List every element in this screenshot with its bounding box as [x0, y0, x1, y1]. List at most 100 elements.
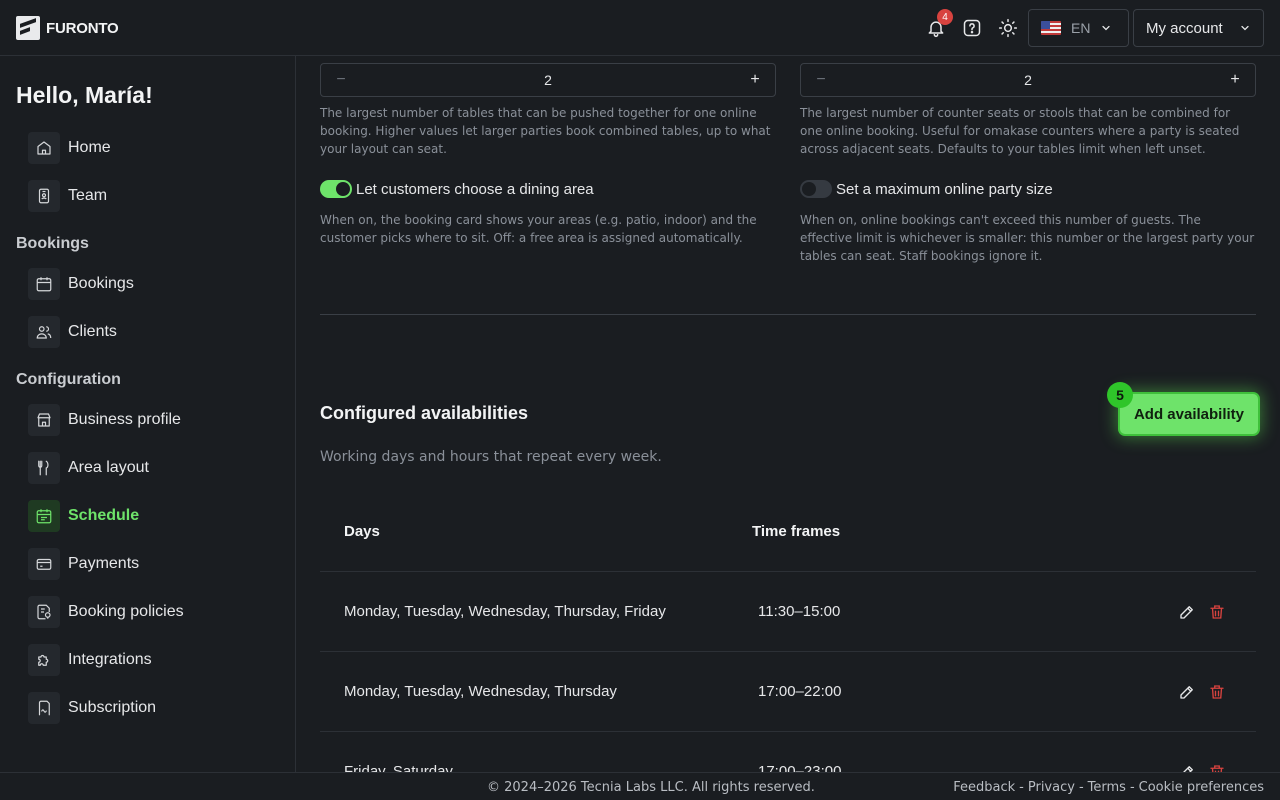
- section-divider: [320, 314, 1256, 315]
- edit-button[interactable]: [1177, 602, 1197, 622]
- delete-button[interactable]: [1207, 682, 1227, 702]
- chevron-down-icon: [1241, 25, 1249, 31]
- greeting: Hello, María!: [16, 82, 153, 108]
- language-code: EN: [1071, 20, 1091, 36]
- edit-button[interactable]: [1177, 682, 1197, 702]
- footer-separator: -: [1019, 780, 1024, 795]
- us-flag-icon: [1041, 21, 1061, 35]
- tables-limit-help: The largest number of tables that can be…: [320, 106, 771, 156]
- footer: © 2024–2026 Tecnia Labs LLC. All rights …: [0, 772, 1280, 800]
- trash-icon: [1210, 605, 1224, 619]
- table-divider: [320, 651, 1256, 652]
- choose-area-toggle[interactable]: [320, 180, 352, 198]
- sidebar: Hello, María! Home Team Bookings Booking…: [0, 56, 296, 772]
- trash-icon: [1210, 685, 1224, 699]
- footer-link-privacy[interactable]: Privacy: [1028, 780, 1075, 795]
- sidebar-item-payments[interactable]: Payments: [28, 548, 139, 580]
- notifications-button[interactable]: 4: [922, 9, 953, 42]
- sidebar-item-schedule[interactable]: Schedule: [28, 500, 139, 532]
- contract-icon: [28, 692, 60, 724]
- pencil-icon: [1180, 686, 1193, 699]
- home-icon: [28, 132, 60, 164]
- sidebar-item-label: Booking policies: [68, 603, 184, 620]
- delete-button[interactable]: [1207, 762, 1227, 772]
- row-time: 17:00–22:00: [758, 683, 842, 700]
- footer-separator: -: [1078, 780, 1084, 795]
- logo-mark-icon: [16, 16, 40, 40]
- row-time: 17:00–23:00: [758, 763, 842, 772]
- tables-limit-value: 2: [544, 72, 552, 88]
- policy-icon: [28, 596, 60, 628]
- tables-limit-stepper[interactable]: − 2 +: [320, 63, 776, 97]
- calendar-icon: [28, 268, 60, 300]
- sidebar-item-bookings[interactable]: Bookings: [28, 268, 134, 300]
- add-availability-button[interactable]: Add availability: [1120, 394, 1258, 434]
- max-party-help: When on, online bookings can't exceed th…: [800, 213, 1255, 263]
- counter-limit-stepper[interactable]: − 2 +: [800, 63, 1256, 97]
- availabilities-subtitle: Working days and hours that repeat every…: [320, 449, 662, 465]
- account-menu-button[interactable]: My account: [1133, 9, 1264, 47]
- choose-area-label: Let customers choose a dining area: [356, 180, 594, 198]
- max-party-toggle[interactable]: [800, 180, 832, 198]
- copyright-text: © 2024–2026 Tecnia Labs LLC. All rights …: [487, 780, 815, 795]
- footer-link-cookie-preferences[interactable]: Cookie preferences: [1139, 780, 1264, 795]
- calendar-list-icon: [28, 500, 60, 532]
- footer-link-terms[interactable]: Terms: [1088, 780, 1126, 795]
- trash-icon: [1210, 765, 1224, 772]
- badge-icon: [28, 180, 60, 212]
- sidebar-item-booking-policies[interactable]: Booking policies: [28, 596, 184, 628]
- table-divider: [320, 731, 1256, 732]
- sidebar-item-team[interactable]: Team: [28, 180, 107, 212]
- chevron-down-icon: [1102, 25, 1111, 31]
- language-selector[interactable]: EN: [1028, 9, 1129, 47]
- delete-button[interactable]: [1207, 602, 1227, 622]
- choose-area-setting: Let customers choose a dining area: [320, 180, 594, 198]
- column-header-days: Days: [344, 523, 380, 540]
- theme-toggle-button[interactable]: [994, 14, 1022, 42]
- availabilities-title: Configured availabilities: [320, 403, 529, 423]
- brand-logo[interactable]: FURONTO: [16, 16, 119, 40]
- sidebar-item-label: Area layout: [68, 459, 149, 476]
- card-icon: [28, 548, 60, 580]
- footer-link-feedback[interactable]: Feedback: [953, 780, 1015, 795]
- sidebar-item-label: Subscription: [68, 699, 157, 716]
- footer-links: Feedback - Privacy - Terms - Cookie pref…: [953, 780, 1264, 795]
- notification-count-badge: 4: [937, 9, 953, 25]
- sidebar-item-integrations[interactable]: Integrations: [28, 644, 152, 676]
- edit-button[interactable]: [1177, 762, 1197, 772]
- row-days: Friday, Saturday: [344, 763, 453, 772]
- sidebar-item-label: Business profile: [68, 411, 181, 428]
- max-party-setting: Set a maximum online party size: [800, 180, 1053, 198]
- sidebar-item-subscription[interactable]: Subscription: [28, 692, 156, 724]
- counter-limit-help: The largest number of counter seats or s…: [800, 106, 1240, 156]
- row-time: 11:30–15:00: [758, 603, 841, 620]
- main-content: − 2 + − 2 + The largest number of tables…: [296, 56, 1280, 772]
- puzzle-icon: [28, 644, 60, 676]
- sidebar-item-area-layout[interactable]: Area layout: [28, 452, 149, 484]
- increment-button[interactable]: +: [745, 70, 765, 90]
- choose-area-help: When on, the booking card shows your are…: [320, 213, 757, 245]
- sidebar-item-label: Clients: [68, 323, 117, 340]
- section-label-configuration: Configuration: [16, 371, 121, 388]
- increment-button[interactable]: +: [1225, 70, 1245, 90]
- sun-icon: [998, 18, 1018, 38]
- sidebar-item-business-profile[interactable]: Business profile: [28, 404, 181, 436]
- brand-name: FURONTO: [46, 19, 119, 37]
- pencil-icon: [1183, 766, 1193, 772]
- account-label: My account: [1146, 19, 1223, 37]
- top-bar: FURONTO 4 EN My account: [0, 0, 1280, 56]
- sidebar-item-label: Bookings: [68, 275, 134, 292]
- help-button[interactable]: [958, 14, 986, 42]
- sidebar-item-clients[interactable]: Clients: [28, 316, 117, 348]
- row-days: Monday, Tuesday, Wednesday, Thursday, Fr…: [344, 603, 666, 620]
- column-header-time-frames: Time frames: [752, 523, 841, 540]
- sidebar-item-label: Payments: [68, 555, 140, 572]
- sidebar-item-label: Integrations: [68, 651, 152, 668]
- step-badge: 5: [1107, 382, 1133, 408]
- utensils-icon: [28, 452, 60, 484]
- max-party-label: Set a maximum online party size: [836, 180, 1053, 198]
- users-icon: [28, 316, 60, 348]
- store-icon: [28, 404, 60, 436]
- section-label-bookings: Bookings: [16, 235, 89, 252]
- sidebar-item-home[interactable]: Home: [28, 132, 111, 164]
